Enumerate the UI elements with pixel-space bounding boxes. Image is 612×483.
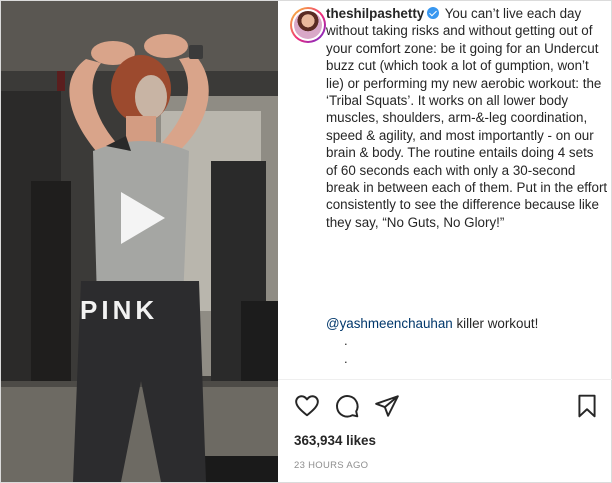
- like-count[interactable]: 363,934 likes: [294, 433, 376, 448]
- post-video[interactable]: PINK: [1, 1, 278, 482]
- caption-dot: .: [344, 351, 348, 366]
- bookmark-icon[interactable]: [574, 393, 600, 419]
- action-bar: [294, 393, 600, 419]
- divider: [278, 379, 612, 380]
- shirt-text: PINK: [80, 295, 158, 325]
- share-icon[interactable]: [374, 393, 400, 419]
- mention-link[interactable]: @yashmeenchauhan: [326, 316, 453, 331]
- caption-text: You can’t live each day without taking r…: [326, 6, 608, 230]
- mention-suffix: killer workout!: [452, 316, 539, 331]
- post-details: theshilpashetty You can’t live each day …: [278, 1, 612, 482]
- play-icon[interactable]: [107, 186, 171, 250]
- heart-icon[interactable]: [294, 393, 320, 419]
- mention-line: @yashmeenchauhan killer workout!: [326, 315, 538, 332]
- author-username[interactable]: theshilpashetty: [326, 6, 424, 21]
- post-timestamp[interactable]: 23 HOURS AGO: [294, 460, 368, 471]
- caption-dot: .: [344, 333, 348, 348]
- comment-icon[interactable]: [334, 393, 360, 419]
- caption: theshilpashetty You can’t live each day …: [326, 5, 608, 231]
- avatar[interactable]: [290, 7, 326, 43]
- verified-badge-icon: [427, 7, 440, 19]
- instagram-post: PINK theshilpashetty You can’t live each…: [0, 0, 612, 483]
